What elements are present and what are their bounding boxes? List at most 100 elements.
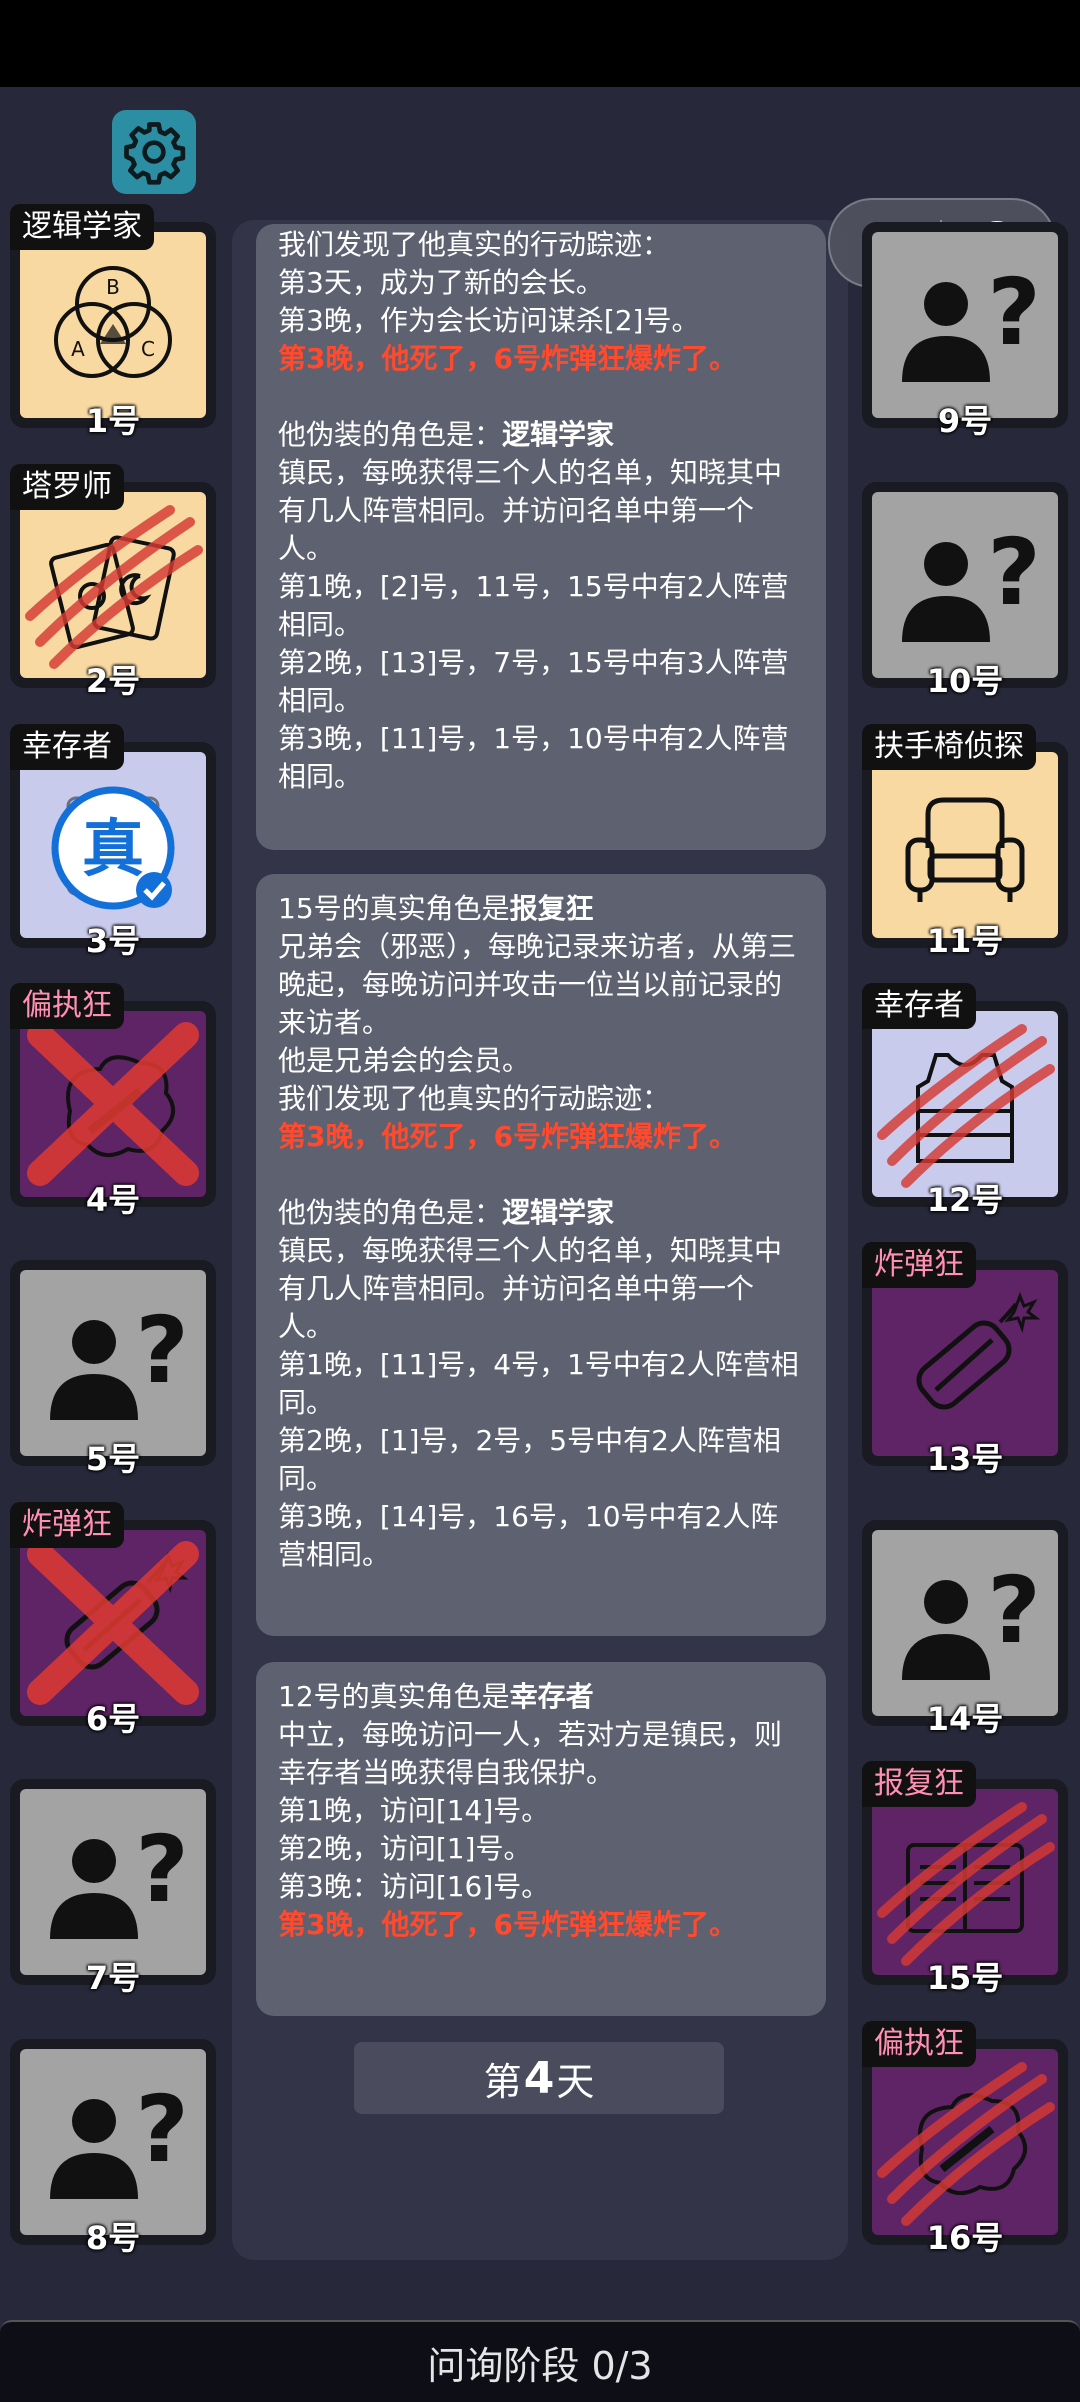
log-line-text: 我们发现了他真实的行动踪迹： (278, 1082, 671, 1115)
role-tag: 逻辑学家 (10, 204, 154, 250)
player-card-7[interactable]: ? 7号 (10, 1779, 216, 1997)
player-avatar: ? (872, 492, 1058, 678)
player-card-3[interactable]: 真 幸存者 3号 (10, 724, 216, 960)
day-number: 4 (523, 2052, 555, 2104)
player-card-16[interactable]: 偏执狂 16号 (862, 2021, 1068, 2257)
player-number: 6号 (85, 1700, 141, 1738)
log-card-player-15: 15号的真实角色是报复狂 兄弟会（邪恶），每晚记录来访者，从第三晚起，每晚访问并攻… (256, 874, 826, 1636)
tarot-cards-icon (25, 505, 203, 669)
player-card-5[interactable]: ? 5号 (10, 1260, 216, 1478)
svg-text:?: ? (987, 519, 1040, 626)
player-card-4[interactable]: 偏执狂 4号 (10, 983, 216, 1219)
log-line: 第2晚，访问[1]号。 (278, 1830, 804, 1868)
svg-text:真: 真 (82, 812, 144, 885)
armchair-icon (905, 797, 1025, 902)
svg-text:A: A (71, 337, 85, 361)
player-number: 5号 (85, 1440, 141, 1478)
log-line: 第3晚：访问[16]号。 (278, 1868, 804, 1906)
player-card-15[interactable]: 报复狂 15号 (862, 1761, 1068, 1997)
settings-button[interactable] (112, 110, 196, 194)
log-line: 第3晚，作为会长访问谋杀[2]号。 (278, 302, 804, 340)
player-avatar (872, 1011, 1058, 1197)
player-avatar: ? (872, 232, 1058, 418)
svg-text:?: ? (135, 2076, 188, 2183)
log-spacer (278, 378, 804, 416)
unknown-person-icon: ? (902, 519, 1041, 642)
log-line: 第2晚，[1]号，2号，5号中有2人阵营相同。 (278, 1422, 804, 1498)
log-line-text: 兄弟会（邪恶），每晚记录来访者，从第三晚起，每晚访问并攻击一位当以前记录的来访者… (278, 930, 797, 1039)
notebook-icon (877, 1802, 1055, 1966)
unknown-person-icon: ? (902, 1557, 1041, 1680)
player-card-6[interactable]: 炸弹狂 6号 (10, 1502, 216, 1738)
log-line-text: 第2晚，[1]号，2号，5号中有2人阵营相同。 (278, 1424, 781, 1495)
player-number: 2号 (85, 662, 141, 700)
log-line: 中立，每晚访问一人，若对方是镇民，则幸存者当晚获得自我保护。 (278, 1716, 804, 1792)
log-line: 镇民，每晚获得三个人的名单，知晓其中有几人阵营相同。并访问名单中第一个人。 (278, 1232, 804, 1346)
eliminated-cross-icon (20, 1530, 206, 1716)
day-prefix: 第 (483, 2059, 522, 2104)
player-card-10[interactable]: ? 10号 (862, 482, 1068, 700)
player-card-11[interactable]: 扶手椅侦探 11号 (862, 724, 1068, 960)
player-avatar: ? (20, 1789, 206, 1975)
log-line-text: 第3晚，他死了，6号炸弹狂爆炸了。 (278, 1120, 737, 1153)
log-role-name: 幸存者 (509, 1680, 594, 1713)
log-line: 我们发现了他真实的行动踪迹： (278, 226, 804, 264)
player-card-14[interactable]: ? 14号 (862, 1520, 1068, 1738)
log-role-name: 报复狂 (509, 892, 594, 925)
player-avatar: ? (872, 1530, 1058, 1716)
log-line: 第1晚，[11]号，4号，1号中有2人阵营相同。 (278, 1346, 804, 1422)
log-line-text: 我们发现了他真实的行动踪迹： (278, 228, 671, 261)
log-line: 第1晚，访问[14]号。 (278, 1792, 804, 1830)
role-tag: 扶手椅侦探 (862, 724, 1036, 770)
log-line: 我们发现了他真实的行动踪迹： (278, 1080, 804, 1118)
role-tag: 偏执狂 (862, 2021, 976, 2067)
player-card-2[interactable]: 塔罗师 2号 (10, 464, 216, 700)
log-card-player-1: 我们发现了他真实的行动踪迹： 第3天，成为了新的会长。第3晚，作为会长访问谋杀[2… (256, 224, 826, 850)
log-line-text: 第1晚，[11]号，4号，1号中有2人阵营相同。 (278, 1348, 799, 1419)
log-line-text: 第3晚，他死了，6号炸弹狂爆炸了。 (278, 1908, 737, 1941)
log-line-text: 第3晚，[11]号，1号，10号中有2人阵营相同。 (278, 722, 789, 793)
status-bar (0, 0, 1080, 87)
player-number: 4号 (85, 1181, 141, 1219)
player-card-9[interactable]: ? 9号 (862, 222, 1068, 440)
log-line-text: 中立，每晚访问一人，若对方是镇民，则幸存者当晚获得自我保护。 (278, 1718, 783, 1789)
player-number: 12号 (926, 1181, 1004, 1219)
player-avatar: B A C (20, 232, 206, 418)
log-line-text: 镇民，每晚获得三个人的名单，知晓其中有几人阵营相同。并访问名单中第一个人。 (278, 456, 783, 565)
player-number: 11号 (926, 922, 1004, 960)
role-tag: 偏执狂 (10, 983, 124, 1029)
player-card-13[interactable]: 炸弹狂 13号 (862, 1242, 1068, 1478)
log-role-name: 逻辑学家 (502, 418, 615, 451)
phase-bar: 问询阶段 0/3 (0, 2320, 1080, 2402)
player-avatar (20, 492, 206, 678)
day-suffix: 天 (556, 2059, 595, 2104)
log-line: 12号的真实角色是幸存者 (278, 1678, 804, 1716)
log-line-text: 第1晚，访问[14]号。 (278, 1794, 550, 1827)
log-line: 他伪装的角色是：逻辑学家 (278, 416, 804, 454)
player-card-12[interactable]: 幸存者 12号 (862, 983, 1068, 1219)
log-line-text: 第3晚，作为会长访问谋杀[2]号。 (278, 304, 700, 337)
log-line-text: 12号的真实角色是 (278, 1680, 510, 1713)
log-death-line: 第3晚，他死了，6号炸弹狂爆炸了。 (278, 1118, 804, 1156)
log-line-text: 第3晚：访问[16]号。 (278, 1870, 550, 1903)
role-tag: 炸弹狂 (862, 1242, 976, 1288)
svg-text:B: B (106, 275, 120, 299)
log-line-text: 第3天，成为了新的会长。 (278, 266, 604, 299)
role-tag: 幸存者 (10, 724, 124, 770)
player-card-8[interactable]: ? 8号 (10, 2039, 216, 2257)
venn-diagram-icon: B A C (54, 266, 172, 378)
log-line-text: 他伪装的角色是： (278, 1196, 503, 1229)
game-log-panel[interactable]: 我们发现了他真实的行动踪迹： 第3天，成为了新的会长。第3晚，作为会长访问谋杀[2… (232, 220, 848, 2260)
day-indicator: 第 4 天 (354, 2042, 724, 2114)
player-number: 13号 (926, 1440, 1004, 1478)
paranoid-icon (877, 2062, 1055, 2226)
player-number: 3号 (85, 922, 141, 960)
svg-text:C: C (141, 337, 155, 361)
log-line-text: 镇民，每晚获得三个人的名单，知晓其中有几人阵营相同。并访问名单中第一个人。 (278, 1234, 783, 1343)
player-avatar (872, 752, 1058, 938)
player-number: 10号 (926, 662, 1004, 700)
log-card-player-12: 12号的真实角色是幸存者 中立，每晚访问一人，若对方是镇民，则幸存者当晚获得自我保… (256, 1662, 826, 2016)
bomb-icon (916, 1291, 1041, 1410)
player-card-1[interactable]: B A C 逻辑学家 1号 (10, 204, 216, 440)
log-line-text: 第3晚，他死了，6号炸弹狂爆炸了。 (278, 342, 737, 375)
